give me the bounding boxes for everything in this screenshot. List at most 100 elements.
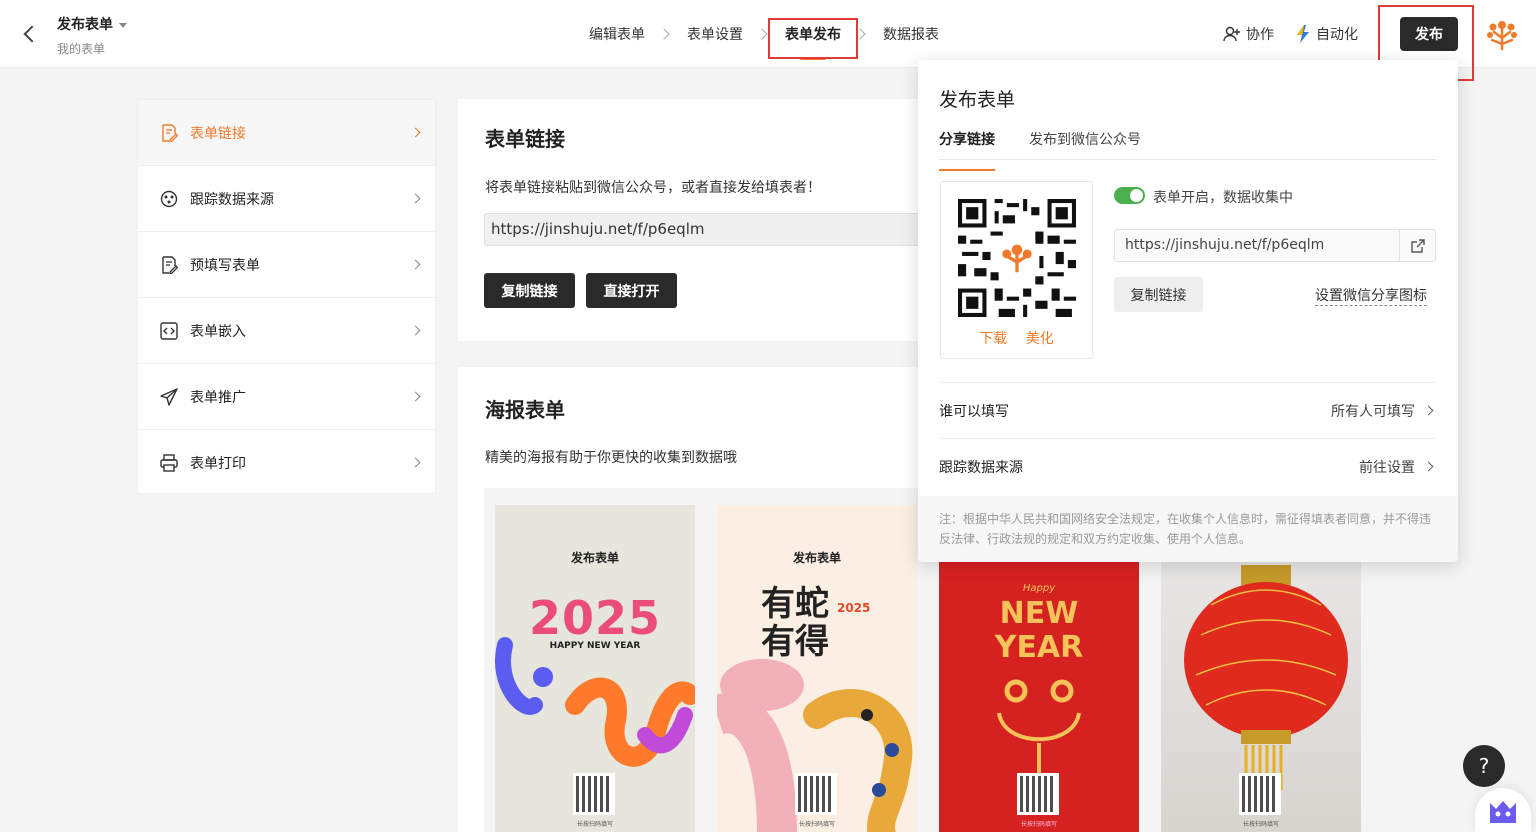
poster-heading: 发布表单 bbox=[570, 551, 619, 565]
form-title-block[interactable]: 发布表单 我的表单 bbox=[57, 14, 127, 57]
sidebar-item-label: 表单推广 bbox=[190, 389, 246, 406]
qr-actions: 下载 美化 bbox=[941, 328, 1092, 348]
poster-big-text: 有蛇有得 bbox=[761, 584, 829, 662]
help-button[interactable]: ? bbox=[1463, 745, 1505, 787]
copy-link-button[interactable]: 复制链接 bbox=[484, 273, 575, 308]
track-source-row[interactable]: 跟踪数据来源 前往设置 bbox=[939, 438, 1436, 494]
share-url-field[interactable]: https://jinshuju.net/f/p6eqlm bbox=[1114, 229, 1436, 262]
beautify-qr-link[interactable]: 美化 bbox=[1026, 331, 1054, 347]
poster-template-1[interactable]: 发布表单 2025 HAPPY NEW YEAR 长按扫码填写 bbox=[495, 505, 695, 832]
sidebar: 表单链接 跟踪数据来源 预填写表单 表单嵌入 表单推广 表单打印 bbox=[137, 99, 436, 494]
automation-label: 自动化 bbox=[1316, 27, 1358, 43]
row-value: 所有人可填写 bbox=[1331, 401, 1436, 421]
sidebar-item-form-link[interactable]: 表单链接 bbox=[138, 100, 435, 166]
poster-small-text: 2025 bbox=[837, 601, 871, 615]
poster-title: 海报表单 bbox=[485, 398, 565, 422]
tab-edit-form[interactable]: 编辑表单 bbox=[580, 24, 654, 44]
chevron-right-icon bbox=[658, 28, 670, 40]
embed-code-icon bbox=[160, 321, 178, 340]
poster-caption: 长按扫码填写 bbox=[1242, 821, 1279, 828]
poster-desc: 精美的海报有助于你更快的收集到数据哦 bbox=[485, 450, 737, 466]
privacy-note: 注：根据中华人民共和国网络安全法规定，在收集个人信息时，需征得填表者同意，并不得… bbox=[918, 496, 1458, 562]
row-value: 前往设置 bbox=[1359, 457, 1436, 477]
who-can-fill-row[interactable]: 谁可以填写 所有人可填写 bbox=[939, 382, 1436, 438]
chevron-right-icon bbox=[410, 259, 421, 270]
sidebar-item-embed[interactable]: 表单嵌入 bbox=[138, 298, 435, 364]
qr-code-icon bbox=[958, 199, 1076, 317]
publish-popup: 发布表单 分享链接 发布到微信公众号 下载 美化 表单开启，数据收集中 http… bbox=[918, 60, 1458, 562]
tab-form-settings[interactable]: 表单设置 bbox=[678, 24, 752, 44]
row-label: 跟踪数据来源 bbox=[939, 459, 1023, 476]
poster-qr-code bbox=[1239, 773, 1281, 815]
chevron-right-icon bbox=[410, 127, 421, 138]
send-icon bbox=[160, 387, 178, 406]
form-breadcrumb[interactable]: 我的表单 bbox=[57, 40, 127, 57]
form-title[interactable]: 发布表单 bbox=[57, 14, 127, 34]
tab-data-report[interactable]: 数据报表 bbox=[874, 24, 948, 44]
automation-button[interactable]: 自动化 bbox=[1294, 18, 1358, 50]
sidebar-item-print[interactable]: 表单打印 bbox=[138, 430, 435, 496]
poster-big-text: NEW YEAR bbox=[994, 596, 1084, 665]
poster-template-2[interactable]: 发布表单 有蛇有得 2025 长按扫码填写 bbox=[717, 505, 917, 832]
back-arrow-icon[interactable] bbox=[20, 22, 40, 46]
download-qr-link[interactable]: 下载 bbox=[979, 331, 1007, 347]
chevron-right-icon bbox=[756, 28, 768, 40]
poster-qr-code bbox=[573, 773, 615, 815]
share-url-text: https://jinshuju.net/f/p6eqlm bbox=[1125, 237, 1325, 253]
form-open-label: 表单开启，数据收集中 bbox=[1153, 190, 1293, 206]
sidebar-item-label: 预填写表单 bbox=[190, 257, 260, 274]
chevron-right-icon bbox=[410, 193, 421, 204]
sidebar-item-label: 表单打印 bbox=[190, 456, 246, 472]
form-open-toggle[interactable] bbox=[1114, 187, 1145, 204]
row-label: 谁可以填写 bbox=[939, 403, 1009, 420]
popup-tabs: 分享链接 发布到微信公众号 bbox=[939, 129, 1436, 171]
poster-small-text: Happy bbox=[1022, 583, 1056, 594]
lantern-illustration bbox=[1184, 565, 1348, 790]
poster-qr-code bbox=[795, 773, 837, 815]
chevron-right-icon bbox=[1423, 461, 1434, 472]
caret-down-icon[interactable] bbox=[119, 22, 127, 28]
poster-caption: 长按扫码填写 bbox=[798, 821, 835, 828]
snake-illustration bbox=[495, 637, 695, 767]
poster-heading: 发布表单 bbox=[792, 551, 841, 565]
lightning-icon bbox=[1297, 25, 1309, 43]
chevron-right-icon bbox=[410, 457, 421, 468]
top-bar: 发布表单 我的表单 编辑表单 表单设置 表单发布 数据报表 协作 自动化 发布 bbox=[0, 0, 1536, 81]
form-link-url-field[interactable]: https://jinshuju.net/f/p6eqlm bbox=[484, 213, 944, 246]
qr-card: 下载 美化 bbox=[940, 181, 1093, 359]
jinshuju-logo-icon[interactable] bbox=[1484, 16, 1520, 52]
snake-face-illustration bbox=[997, 679, 1081, 783]
popup-title: 发布表单 bbox=[939, 89, 1016, 111]
assistant-bot-button[interactable] bbox=[1475, 788, 1531, 832]
sidebar-item-prefill[interactable]: 预填写表单 bbox=[138, 232, 435, 298]
prefill-icon bbox=[160, 255, 178, 274]
poster-qr-code bbox=[1017, 773, 1059, 815]
form-link-desc: 将表单链接粘贴到微信公众号，或者直接发给填表者！ bbox=[485, 180, 821, 196]
tracking-icon bbox=[160, 190, 178, 208]
sidebar-item-tracking[interactable]: 跟踪数据来源 bbox=[138, 166, 435, 232]
collaborate-button[interactable]: 协作 bbox=[1222, 18, 1274, 50]
highlight-box-publish-tab bbox=[768, 18, 858, 59]
sidebar-item-promote[interactable]: 表单推广 bbox=[138, 364, 435, 430]
wechat-share-icon-link[interactable]: 设置微信分享图标 bbox=[1315, 285, 1427, 306]
step-nav: 编辑表单 表单设置 表单发布 数据报表 bbox=[580, 24, 948, 60]
top-actions: 协作 自动化 bbox=[1222, 18, 1378, 50]
sidebar-item-label: 跟踪数据来源 bbox=[190, 191, 274, 208]
external-link-icon[interactable] bbox=[1399, 230, 1435, 261]
open-link-button[interactable]: 直接打开 bbox=[586, 273, 677, 308]
popup-copy-link-button[interactable]: 复制链接 bbox=[1114, 277, 1203, 312]
form-link-title: 表单链接 bbox=[485, 127, 565, 151]
poster-caption: 长按扫码填写 bbox=[1020, 821, 1057, 828]
printer-icon bbox=[160, 454, 178, 472]
collaborate-label: 协作 bbox=[1246, 27, 1274, 43]
chevron-right-icon bbox=[410, 325, 421, 336]
poster-caption: 长按扫码填写 bbox=[576, 821, 613, 828]
tab-share-link[interactable]: 分享链接 bbox=[939, 129, 995, 171]
chevron-right-icon bbox=[410, 391, 421, 402]
tab-publish-wechat[interactable]: 发布到微信公众号 bbox=[1029, 129, 1141, 159]
link-edit-icon bbox=[160, 123, 178, 142]
add-user-icon bbox=[1223, 26, 1240, 42]
sidebar-item-label: 表单嵌入 bbox=[190, 323, 246, 340]
chevron-right-icon bbox=[1423, 405, 1434, 416]
cat-bot-icon bbox=[1490, 801, 1516, 823]
